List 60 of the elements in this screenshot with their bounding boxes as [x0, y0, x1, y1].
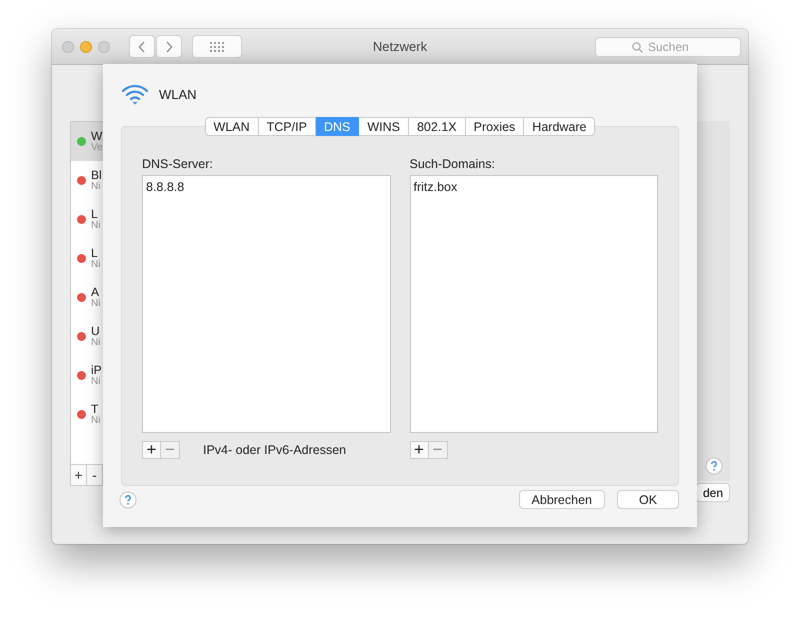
service-name: Bl — [91, 168, 102, 180]
forward-button[interactable] — [156, 35, 182, 58]
tab[interactable]: TCP/IP — [258, 117, 316, 136]
search-field[interactable]: Suchen — [595, 36, 741, 56]
add-button[interactable]: + — [71, 465, 87, 485]
show-all-button[interactable] — [192, 35, 242, 58]
service-status: Ni — [91, 258, 100, 270]
cancel-button[interactable]: Abbrechen — [518, 490, 605, 509]
tab[interactable]: Hardware — [524, 117, 596, 136]
service-item[interactable]: L Ni — [71, 239, 103, 278]
service-item[interactable]: L Ni — [71, 200, 103, 239]
help-icon[interactable] — [119, 490, 137, 508]
minimize-icon[interactable] — [80, 40, 92, 52]
tab[interactable]: WINS — [359, 117, 409, 136]
search-domain-list[interactable]: fritz.box — [410, 175, 658, 433]
close-icon[interactable] — [62, 40, 74, 52]
tab[interactable]: 802.1X — [408, 117, 466, 136]
zoom-icon[interactable] — [98, 40, 110, 52]
service-name: A — [91, 286, 100, 298]
dns-server-list[interactable]: 8.8.8.8 — [142, 175, 390, 433]
grid-icon — [210, 42, 224, 52]
remove-button[interactable]: - — [87, 465, 103, 485]
service-item[interactable]: iP Ni — [71, 356, 103, 395]
ok-button[interactable]: OK — [617, 490, 679, 509]
service-item[interactable]: U Ni — [71, 317, 103, 356]
service-name: L — [91, 246, 99, 258]
service-name: T — [91, 402, 100, 414]
service-item[interactable]: Bl Ni — [71, 161, 103, 200]
wifi-icon — [121, 83, 149, 105]
service-status: Ve — [91, 142, 103, 154]
search-domain-entry[interactable]: fritz.box — [414, 179, 654, 195]
search-domains-label: Such-Domains: — [410, 157, 496, 171]
address-hint: IPv4- oder IPv6-Adressen — [203, 443, 346, 457]
service-status: Ni — [91, 414, 100, 426]
chevron-left-icon — [138, 40, 146, 52]
add-button[interactable]: + — [410, 441, 428, 459]
service-status: Ni — [91, 298, 100, 310]
help-icon[interactable] — [704, 457, 722, 475]
window-title: Netzwerk — [372, 39, 428, 54]
service-name: W — [91, 130, 103, 142]
service-name: U — [91, 324, 100, 336]
back-button[interactable] — [129, 35, 155, 58]
chevron-right-icon — [165, 40, 173, 52]
add-button[interactable]: + — [142, 441, 161, 459]
interface-name: WLAN — [159, 86, 197, 102]
advanced-button[interactable]: den — [696, 483, 730, 502]
service-item[interactable]: T Ni — [71, 395, 103, 434]
tab[interactable]: Proxies — [466, 117, 524, 136]
service-item[interactable]: W Ve — [71, 122, 103, 161]
search-icon — [632, 42, 643, 52]
service-name: L — [91, 208, 99, 220]
service-name: iP — [91, 364, 102, 376]
service-status: Ni — [91, 336, 100, 348]
tab[interactable]: WLAN — [204, 117, 259, 136]
service-status: Ni — [91, 376, 102, 388]
dns-server-entry[interactable]: 8.8.8.8 — [146, 179, 386, 195]
service-status: Ni — [91, 220, 100, 232]
dns-server-label: DNS-Server: — [142, 157, 214, 171]
service-status: Ni — [91, 180, 102, 192]
service-item[interactable]: A Ni — [71, 278, 103, 317]
